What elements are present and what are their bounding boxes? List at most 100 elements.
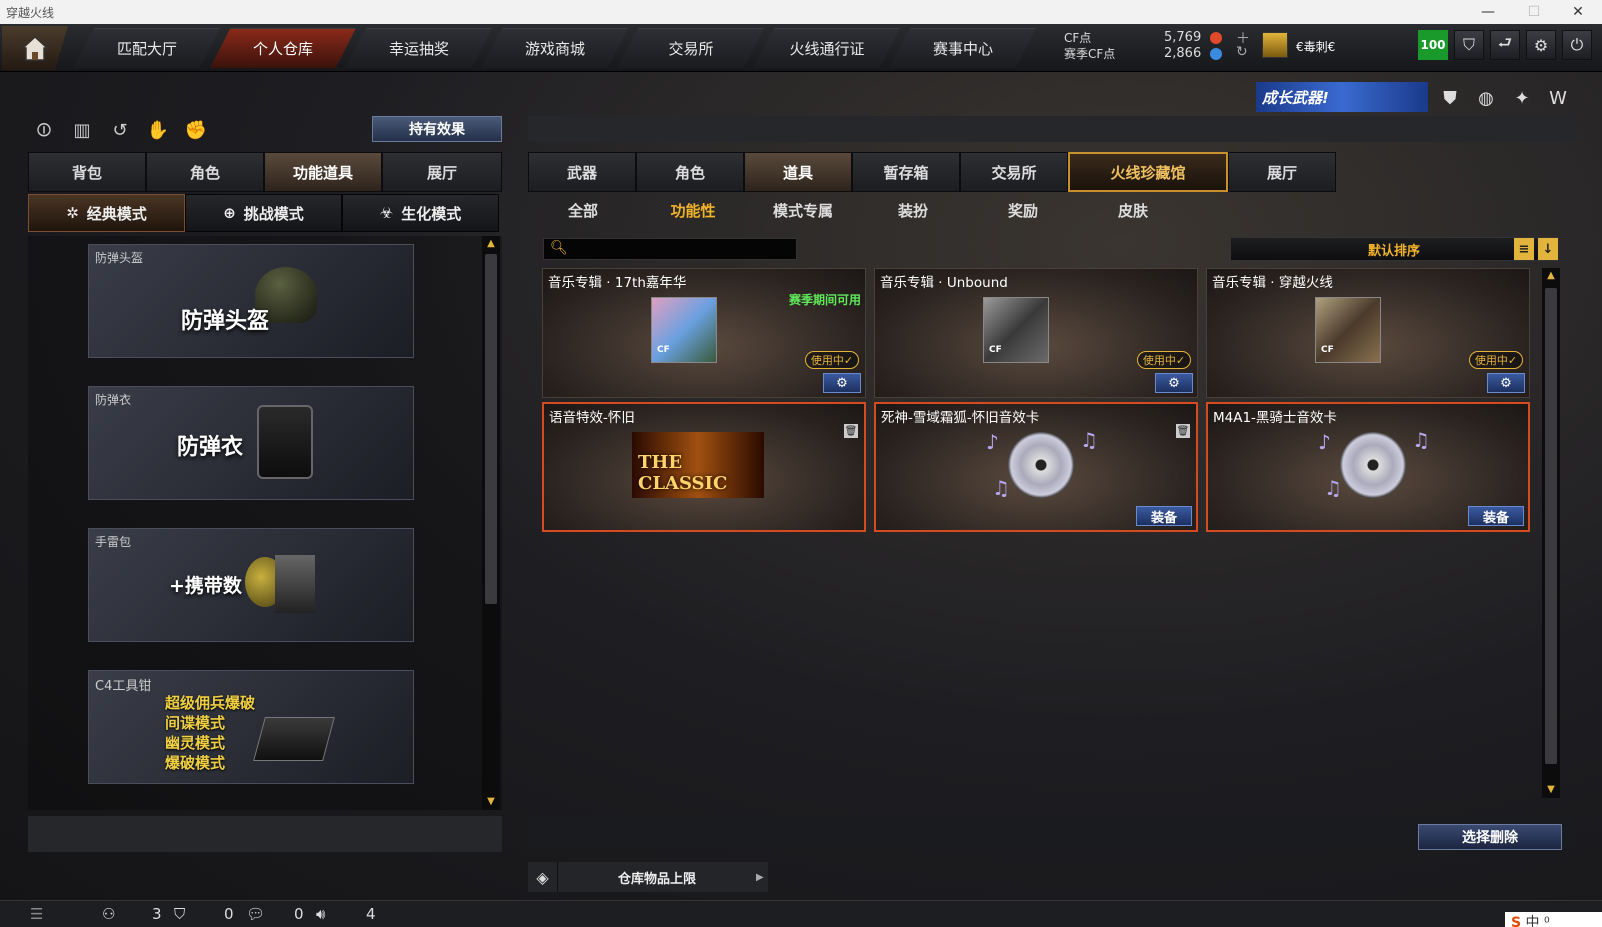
trash-icon[interactable]: 🗑︎	[1176, 424, 1190, 438]
home-button[interactable]	[2, 26, 68, 70]
card-settings-button[interactable]: ⚙	[1155, 373, 1193, 393]
card-settings-button[interactable]: ⚙	[823, 373, 861, 393]
growth-weapon-banner[interactable]: 成长武器!	[1256, 82, 1428, 112]
binoculars-icon[interactable]: ⚇	[102, 905, 115, 923]
equip-button[interactable]: 装备	[1136, 506, 1192, 526]
mode-zombie[interactable]: ☣ 生化模式	[342, 194, 499, 232]
tab-role[interactable]: 角色	[636, 152, 744, 192]
status-count: 0	[294, 905, 304, 923]
in-use-badge: 使用中✓	[1137, 351, 1191, 369]
snowflake-icon: ✲	[66, 204, 79, 222]
volume-icon[interactable]: 🔊︎	[316, 905, 325, 923]
shield-icon[interactable]: ⛉	[1454, 30, 1484, 60]
select-delete-button[interactable]: 选择删除	[1418, 824, 1562, 850]
tab-trade[interactable]: 交易所	[960, 152, 1068, 192]
ime-indicator[interactable]: S 中 ⁰	[1505, 912, 1602, 927]
tab-temp-box[interactable]: 暂存箱	[852, 152, 960, 192]
mode-line: 超级佣兵爆破	[165, 694, 256, 712]
card-death-snowfox[interactable]: 死神-雪域霜狐-怀旧音效卡 🗑︎ ♪ ♫ ♫ 装备	[874, 402, 1198, 532]
player-name[interactable]: €毒刺€	[1296, 38, 1335, 55]
gear-icon[interactable]: ⚙	[1526, 30, 1556, 60]
cd-art: ♪ ♫ ♫	[1318, 428, 1430, 500]
subtab-functional[interactable]: 功能性	[638, 196, 748, 226]
card-album-crossfire[interactable]: 音乐专辑 · 穿越火线 CF 使用中✓ ⚙	[1206, 268, 1530, 398]
right-tabbar: 武器 角色 道具 暂存箱 交易所 火线珍藏馆 展厅	[528, 152, 1336, 192]
storage-limit-bar[interactable]: ◈ 仓库物品上限 ▶	[528, 862, 768, 892]
subtab-skin[interactable]: 皮肤	[1078, 196, 1188, 226]
menu-icon[interactable]: ☰	[30, 905, 43, 923]
left-scrollbar[interactable]: ▲ ▼	[482, 236, 500, 810]
trash-icon[interactable]: 🗑︎	[844, 424, 858, 438]
minimize-button[interactable]: —	[1470, 0, 1506, 24]
tab-battle-pass[interactable]: 火线通行证	[754, 28, 900, 68]
scroll-down-icon[interactable]: ▼	[485, 796, 497, 808]
equip-button[interactable]: 装备	[1468, 506, 1524, 526]
v-badge-icon[interactable]: ⛊	[1436, 84, 1464, 112]
top-nav: 匹配大厅 个人仓库 幸运抽奖 游戏商城 交易所 火线通行证 赛事中心 CF点 赛…	[0, 24, 1602, 72]
tab-exchange[interactable]: 交易所	[618, 28, 764, 68]
tab-personal-storage[interactable]: 个人仓库	[210, 28, 356, 68]
card-title: M4A1-黑骑士音效卡	[1213, 410, 1337, 426]
item-helmet[interactable]: 防弹头盔 防弹头盔	[88, 244, 414, 358]
globe-icon[interactable]: ◍	[1472, 84, 1500, 112]
card-voice-nostalgia[interactable]: 语音特效-怀旧 🗑︎ THE CLASSIC	[542, 402, 866, 532]
history-icon[interactable]: ↺	[106, 116, 134, 144]
subtab-dressup[interactable]: 装扮	[858, 196, 968, 226]
close-button[interactable]: ✕	[1560, 0, 1596, 24]
rank-badge-icon[interactable]	[1262, 32, 1288, 58]
scroll-thumb[interactable]	[1545, 288, 1557, 764]
refresh-icon[interactable]: ↻	[1236, 44, 1248, 60]
tab-showroom[interactable]: 展厅	[382, 152, 502, 192]
subtab-mode-exclusive[interactable]: 模式专属	[748, 196, 858, 226]
subtab-all[interactable]: 全部	[528, 196, 638, 226]
tab-backpack[interactable]: 背包	[28, 152, 146, 192]
card-settings-button[interactable]: ⚙	[1487, 373, 1525, 393]
ranking-icon[interactable]: ▥	[68, 116, 96, 144]
card-album-17th[interactable]: 音乐专辑 · 17th嘉年华 赛季期间可用 CF 使用中✓ ⚙	[542, 268, 866, 398]
power-icon[interactable]: ⏻	[1562, 30, 1592, 60]
sort-dropdown[interactable]: 默认排序	[1230, 237, 1558, 261]
scroll-up-icon[interactable]: ▲	[1545, 270, 1557, 282]
tab-props[interactable]: 道具	[744, 152, 852, 192]
item-caption: C4工具钳	[95, 679, 152, 694]
toggle-off-icon[interactable]: ⏼	[30, 116, 58, 144]
mode-classic[interactable]: ✲ 经典模式	[28, 194, 185, 232]
cf-label: CF点	[1064, 31, 1092, 45]
search-input[interactable]	[572, 241, 792, 257]
mode-challenge[interactable]: ⊕ 挑战模式	[185, 194, 342, 232]
item-big-label: 防弹衣	[177, 435, 244, 460]
sort-order-icon[interactable]: ↓	[1538, 238, 1558, 260]
card-title: 音乐专辑 · 穿越火线	[1212, 275, 1333, 291]
tab-weapons[interactable]: 武器	[528, 152, 636, 192]
tab-functional-items[interactable]: 功能道具	[264, 152, 382, 192]
subtab-reward[interactable]: 奖励	[968, 196, 1078, 226]
w-logo-icon[interactable]: W	[1544, 84, 1572, 112]
tab-character[interactable]: 角色	[146, 152, 264, 192]
tab-lucky-draw[interactable]: 幸运抽奖	[346, 28, 492, 68]
scroll-up-icon[interactable]: ▲	[485, 238, 497, 250]
season-cf-label: 赛季CF点	[1064, 47, 1116, 61]
holding-effect-button[interactable]: 持有效果	[372, 116, 502, 142]
tab-match-lobby[interactable]: 匹配大厅	[74, 28, 220, 68]
tab-event-center[interactable]: 赛事中心	[890, 28, 1036, 68]
return-icon[interactable]: ⮐	[1490, 30, 1520, 60]
tab-exhibit[interactable]: 展厅	[1228, 152, 1336, 192]
scroll-down-icon[interactable]: ▼	[1545, 784, 1557, 796]
chat-icon[interactable]: 💬︎	[246, 905, 265, 923]
right-scrollbar[interactable]: ▲ ▼	[1542, 268, 1560, 798]
card-album-unbound[interactable]: 音乐专辑 · Unbound CF 使用中✓ ⚙	[874, 268, 1198, 398]
tab-game-mall[interactable]: 游戏商城	[482, 28, 628, 68]
item-grenade-pack[interactable]: 手雷包 +携带数	[88, 528, 414, 642]
shield-status-icon[interactable]: ⛉	[174, 905, 185, 923]
maximize-button[interactable]: ☐	[1516, 0, 1552, 24]
card-m4a1-blackknight[interactable]: M4A1-黑骑士音效卡 ♪ ♫ ♫ 装备	[1206, 402, 1530, 532]
tab-collection-hall[interactable]: 火线珍藏馆	[1068, 152, 1228, 192]
fist-icon[interactable]: ✦	[1508, 84, 1536, 112]
character-icon[interactable]: ✋	[144, 116, 172, 144]
item-vest[interactable]: 防弹衣 防弹衣	[88, 386, 414, 500]
level-badge[interactable]: 100	[1418, 30, 1448, 60]
scroll-thumb[interactable]	[485, 254, 497, 604]
item-c4-pliers[interactable]: C4工具钳 超级佣兵爆破 间谍模式 幽灵模式 爆破模式	[88, 670, 414, 784]
list-view-icon[interactable]: ≡	[1514, 238, 1534, 260]
glove-icon[interactable]: ✊	[182, 116, 210, 144]
